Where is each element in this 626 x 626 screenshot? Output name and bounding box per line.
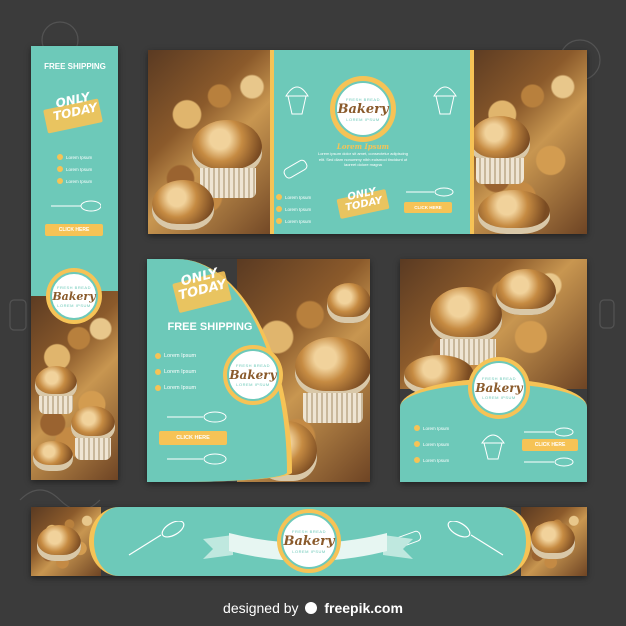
- facebook-icon: [155, 369, 161, 375]
- contact-row-whatsapp: Lorem Ipsum: [155, 353, 196, 359]
- skyscraper-banner: FREE SHIPPING ONLY TODAY Lorem Ipsum Lor…: [31, 46, 118, 480]
- logo-wordmark: Bakery: [229, 368, 277, 382]
- credit-prefix: designed by: [223, 600, 299, 616]
- muffin-cup: [39, 396, 73, 414]
- whisk-icon: [128, 521, 185, 556]
- cupcake-icon: [481, 434, 505, 460]
- whatsapp-icon: [57, 154, 63, 160]
- logo-wordmark: Bakery: [52, 289, 96, 303]
- click-here-button[interactable]: CLICK HERE: [159, 431, 227, 445]
- contact-row-whatsapp: Lorem Ipsum: [57, 154, 92, 160]
- contact-row-instagram: Lorem Ipsum: [57, 178, 92, 184]
- freepik-logo-icon: [305, 602, 318, 614]
- contact-row-instagram: Lorem Ipsum: [414, 457, 449, 463]
- muffin-image: [33, 441, 73, 471]
- muffin-image: [478, 190, 550, 234]
- logo-wordmark: Bakery: [283, 533, 335, 549]
- whisk-icon: [447, 521, 504, 556]
- contact-row-instagram: Lorem Ipsum: [276, 218, 311, 224]
- bakery-logo: FRESH BREAD Bakery LOREM IPSUM: [277, 509, 341, 573]
- bakery-logo: FRESH BREAD Bakery LOREM IPSUM: [330, 76, 396, 142]
- logo-bottom-text: LOREM IPSUM: [482, 395, 516, 400]
- facebook-icon: [276, 206, 282, 212]
- leaderboard-banner: FRESH BREAD Bakery LOREM IPSUM Lorem Ips…: [148, 50, 587, 234]
- rolling-pin-icon: [283, 159, 308, 179]
- contact-label: Lorem Ipsum: [66, 154, 93, 160]
- logo-bottom-text: LOREM IPSUM: [346, 116, 380, 122]
- muffin-image: [327, 283, 370, 323]
- instagram-icon: [276, 218, 282, 224]
- instagram-icon: [155, 385, 161, 391]
- contact-label: Lorem Ipsum: [66, 166, 93, 172]
- muffin-image: [35, 366, 77, 400]
- bakery-logo: FRESH BREAD Bakery LOREM IPSUM: [468, 357, 530, 419]
- leaderboard-body: Lorem ipsum dolor sit amet, consectetur …: [317, 151, 409, 167]
- facebook-icon: [57, 166, 63, 172]
- contact-label: Lorem Ipsum: [285, 194, 312, 200]
- whatsapp-icon: [414, 425, 420, 431]
- click-here-button[interactable]: CLICK HERE: [522, 439, 578, 451]
- whisk-icon: [167, 453, 227, 465]
- contact-label: Lorem Ipsum: [285, 218, 312, 224]
- free-shipping-text: FREE SHIPPING: [167, 321, 253, 333]
- muffin-cup: [75, 438, 111, 460]
- cupcake-icon: [285, 86, 309, 115]
- contact-label: Lorem Ipsum: [66, 178, 93, 184]
- bakery-logo: FRESH BREAD Bakery LOREM IPSUM: [46, 268, 102, 324]
- muffin-image: [470, 116, 530, 164]
- square-banner: ONLY TODAY FREE SHIPPING Lorem Ipsum Lor…: [147, 259, 370, 482]
- contact-label: Lorem Ipsum: [285, 206, 312, 212]
- whisk-icon: [406, 187, 454, 197]
- muffin-image: [496, 269, 556, 315]
- contact-label: Lorem Ipsum: [164, 369, 197, 375]
- muffin-image: [430, 287, 502, 343]
- contact-label: Lorem Ipsum: [423, 441, 450, 447]
- cupcake-icon: [433, 86, 457, 115]
- bottom-banner: FRESH BREAD Bakery LOREM IPSUM: [31, 507, 587, 576]
- whisk-icon: [167, 411, 227, 423]
- contact-label: Lorem Ipsum: [423, 457, 450, 463]
- whatsapp-icon: [276, 194, 282, 200]
- logo-bottom-text: LOREM IPSUM: [292, 548, 326, 554]
- muffin-image: [152, 180, 214, 230]
- logo-bottom-text: LOREM IPSUM: [57, 302, 91, 308]
- whisk-icon: [51, 200, 101, 212]
- click-here-button[interactable]: CLICK HERE: [45, 224, 103, 236]
- whatsapp-icon: [155, 353, 161, 359]
- contact-label: Lorem Ipsum: [164, 353, 197, 359]
- muffin-image: [37, 525, 81, 561]
- contact-row-facebook: Lorem Ipsum: [414, 441, 449, 447]
- whisk-icon: [524, 457, 574, 467]
- contact-row-facebook: Lorem Ipsum: [155, 369, 196, 375]
- contact-label: Lorem Ipsum: [164, 385, 197, 391]
- click-here-button[interactable]: CLICK HERE: [404, 202, 452, 213]
- instagram-icon: [57, 178, 63, 184]
- logo-wordmark: Bakery: [475, 381, 523, 395]
- muffin-image: [295, 337, 370, 397]
- small-square-banner: FRESH BREAD Bakery LOREM IPSUM Lorem Ips…: [400, 259, 587, 482]
- freepik-credit: designed by freepik.com: [0, 600, 626, 616]
- muffin-cup: [476, 158, 524, 184]
- free-shipping-text: FREE SHIPPING: [44, 62, 106, 71]
- whisk-icon: [524, 427, 574, 437]
- credit-brand[interactable]: freepik.com: [324, 600, 403, 616]
- muffin-cup: [303, 393, 363, 423]
- contact-row-whatsapp: Lorem Ipsum: [414, 425, 449, 431]
- contact-row-instagram: Lorem Ipsum: [155, 385, 196, 391]
- contact-row-facebook: Lorem Ipsum: [276, 206, 311, 212]
- logo-wordmark: Bakery: [337, 101, 389, 117]
- contact-row-whatsapp: Lorem Ipsum: [276, 194, 311, 200]
- logo-bottom-text: LOREM IPSUM: [236, 382, 270, 387]
- muffin-image: [531, 521, 575, 559]
- contact-label: Lorem Ipsum: [423, 425, 450, 431]
- bakery-logo: FRESH BREAD Bakery LOREM IPSUM: [223, 345, 283, 405]
- muffin-image: [192, 120, 262, 175]
- muffin-image: [71, 406, 115, 442]
- facebook-icon: [414, 441, 420, 447]
- instagram-icon: [414, 457, 420, 463]
- leaderboard-headline: Lorem Ipsum: [336, 142, 390, 151]
- contact-row-facebook: Lorem Ipsum: [57, 166, 92, 172]
